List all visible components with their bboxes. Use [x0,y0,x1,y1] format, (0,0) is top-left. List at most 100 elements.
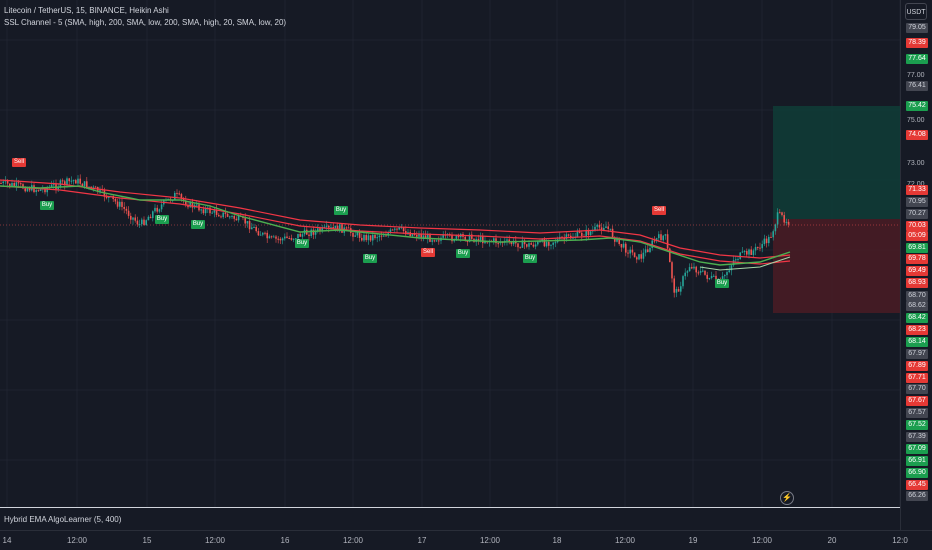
candle-body [673,278,675,293]
price-tag: 69.81 [906,243,928,253]
candle-body [310,229,312,237]
candle-body [664,234,667,236]
candle-body [761,244,763,249]
candle-body [119,201,121,207]
price-tag: 68.93 [906,278,928,288]
candle-body [776,212,779,225]
candle-body [482,236,484,244]
price-tag: 79.05 [906,23,928,33]
currency-badge[interactable]: USDT [905,3,927,20]
candle-body [53,184,55,186]
candle-body [270,236,273,238]
candle-body [691,267,693,269]
candle-body [638,254,640,260]
candle-body [532,244,535,247]
candle-body [277,238,279,240]
symbol-legend[interactable]: Litecoin / TetherUS, 15, BINANCE, Heikin… [4,6,169,15]
candle-body [35,190,37,193]
price-tag: 67.70 [906,384,928,394]
candle-body [176,192,178,194]
candle-body [552,242,554,245]
candle-body [622,243,625,248]
candle-body [136,220,139,225]
candle-body [299,233,301,237]
time-axis-label: 12:00 [751,536,773,545]
candle-body [275,236,277,239]
candle-body [66,178,68,185]
candle-body [253,226,255,228]
chart-area[interactable]: Litecoin / TetherUS, 15, BINANCE, Heikin… [0,0,932,550]
sell-signal: Sell [12,158,26,167]
candle-body [466,240,469,242]
candle-body [125,208,128,211]
candle-body [233,215,235,219]
candle-body [785,221,788,223]
candle-body [358,231,361,238]
candle-body [644,249,647,253]
candle-body [378,235,381,238]
candle-body [132,217,134,220]
candle-body [105,196,108,199]
time-axis-label: 15 [142,536,152,545]
candle-body [735,259,737,261]
candle-body [781,212,783,216]
candle-body [222,212,224,218]
candle-body [374,234,376,239]
take-profit-zone [773,106,900,219]
candle-body [697,272,700,274]
price-tag: 77.64 [906,54,928,64]
candle-body [246,221,249,224]
candle-body [739,252,741,259]
candle-body [20,183,22,185]
candle-body [257,231,260,236]
candle-body [620,244,623,248]
price-scale-label: 75.00 [907,117,925,124]
candle-body [363,235,365,241]
time-axis-label: 12:00 [342,536,364,545]
candle-body [708,278,711,280]
candle-body [365,235,367,241]
candle-body [114,199,117,202]
candle-body [636,257,638,260]
candle-body [759,247,761,249]
candle-body [259,234,262,236]
ssl-red-upper-line [0,179,791,259]
candle-body [180,194,183,199]
price-tag: 66.26 [906,491,928,501]
hybrid-ema-legend[interactable]: Hybrid EMA AlgoLearner (5, 400) [4,515,121,524]
candle-body [262,232,264,235]
candle-body [231,215,233,217]
lightning-icon[interactable]: ⚡ [780,491,794,505]
candle-body [200,209,202,211]
candle-body [325,225,328,227]
candle-body [768,236,770,244]
candle-body [352,232,354,237]
candle-body [431,240,433,242]
candle-body [611,228,614,238]
candle-body [178,193,180,195]
candle-body [328,225,330,228]
candle-body [779,212,781,214]
candle-body [130,215,132,220]
candle-body [229,216,231,218]
candle-body [680,286,682,292]
candle-body [702,270,704,272]
buy-signal: Buy [456,249,470,258]
price-tag: 70.95 [906,197,928,207]
time-axis-label: 12:00 [479,536,501,545]
candle-body [743,251,746,253]
price-chart[interactable] [0,0,932,550]
candle-body [334,225,337,229]
time-axis-label: 16 [280,536,290,545]
candle-body [308,234,310,237]
time-axis-label: 17 [417,536,427,545]
ssl-channel-legend[interactable]: SSL Channel - 5 (SMA, high, 200, SMA, lo… [4,18,286,27]
candle-body [372,234,374,241]
price-tag: 68.23 [906,325,928,335]
candle-body [121,201,123,207]
candle-body [653,240,656,242]
candle-body [341,224,343,233]
candle-body [567,234,570,236]
candle-body [92,186,95,188]
candle-body [266,232,268,239]
